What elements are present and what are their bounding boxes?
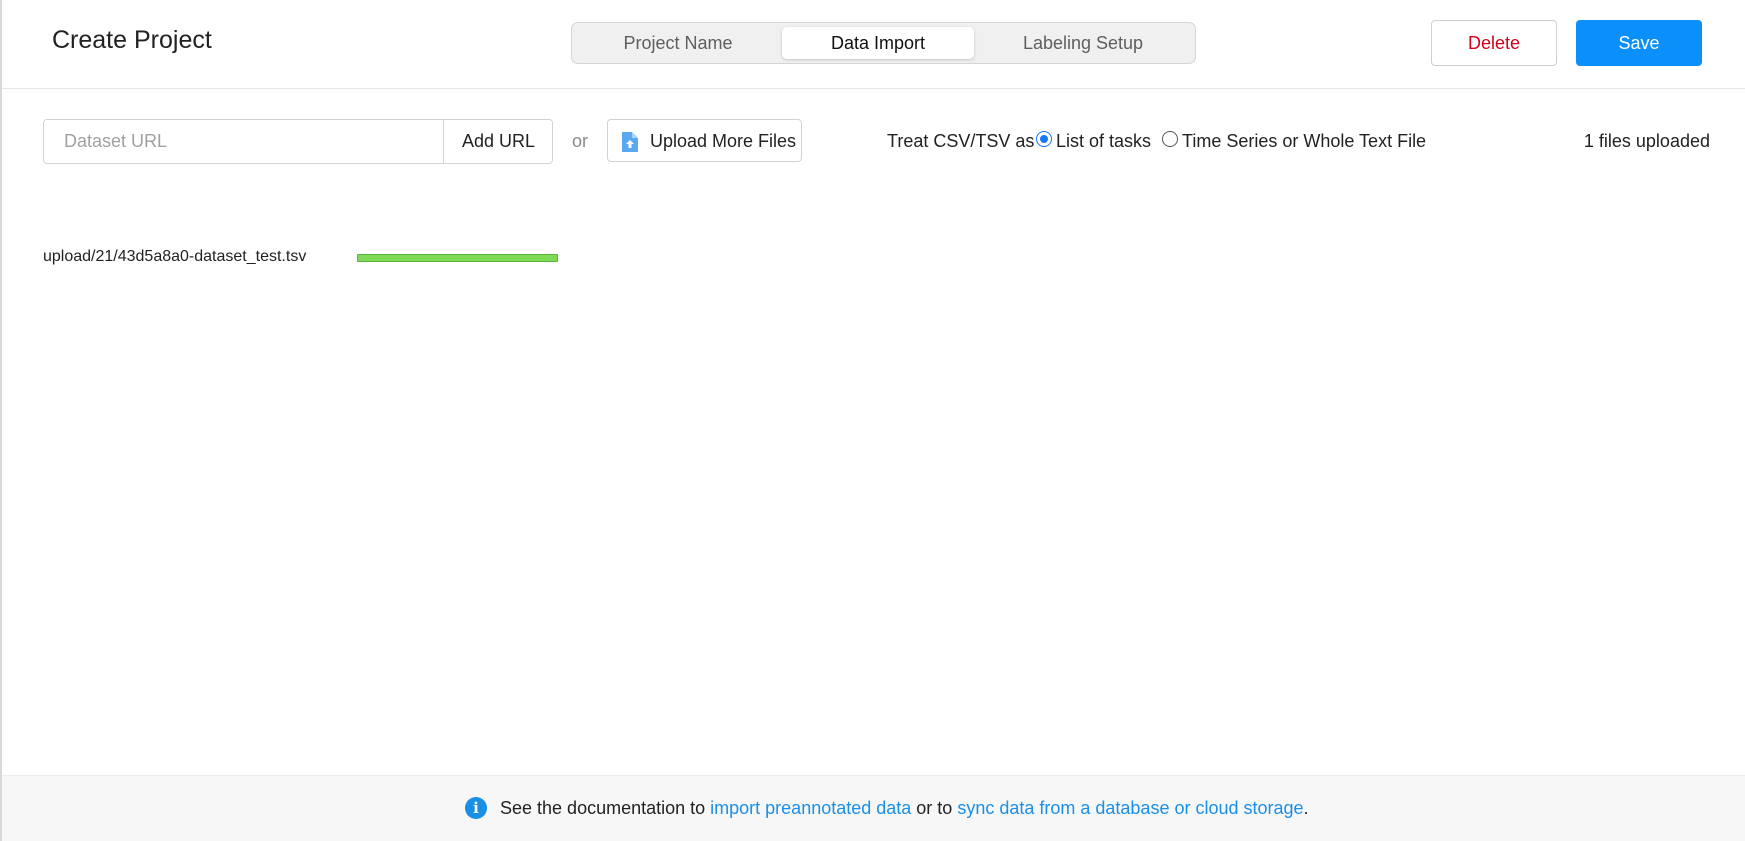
sync-data-link[interactable]: sync data from a database or cloud stora… xyxy=(957,798,1303,818)
page-title: Create Project xyxy=(52,26,212,54)
save-button[interactable]: Save xyxy=(1576,20,1702,66)
treat-csv-label: Treat CSV/TSV as xyxy=(887,131,1035,151)
radio-time-series[interactable] xyxy=(1162,131,1178,147)
import-preannotated-link[interactable]: import preannotated data xyxy=(710,798,911,818)
or-separator: or xyxy=(572,131,589,151)
dataset-url-group: Add URL xyxy=(43,119,553,164)
upload-more-files-label: Upload More Files xyxy=(650,131,797,151)
header: Create Project Project Name Data Import … xyxy=(2,0,1745,89)
footer-suffix: . xyxy=(1303,798,1309,818)
info-icon: i xyxy=(465,797,487,819)
upload-progress-bar xyxy=(357,254,558,262)
add-url-button[interactable]: Add URL xyxy=(443,120,552,163)
tab-labeling-setup[interactable]: Labeling Setup xyxy=(988,27,1178,59)
footer: i See the documentation to import preann… xyxy=(2,775,1745,841)
footer-middle: or to xyxy=(911,798,958,818)
radio-list-of-tasks-label[interactable]: List of tasks xyxy=(1056,131,1151,152)
footer-text: See the documentation to import preannot… xyxy=(500,798,1309,819)
radio-time-series-label[interactable]: Time Series or Whole Text File xyxy=(1182,131,1426,152)
radio-list-of-tasks[interactable] xyxy=(1036,131,1052,147)
create-project-page: Create Project Project Name Data Import … xyxy=(0,0,1745,841)
upload-progress-fill xyxy=(358,255,557,261)
step-tabs: Project Name Data Import Labeling Setup xyxy=(571,22,1196,64)
dataset-url-input[interactable] xyxy=(44,120,443,163)
file-name: upload/21/43d5a8a0-dataset_test.tsv xyxy=(43,248,307,265)
delete-button[interactable]: Delete xyxy=(1431,20,1557,66)
upload-more-files-button[interactable]: Upload More Files xyxy=(607,119,802,162)
footer-prefix: See the documentation to xyxy=(500,798,711,818)
file-upload-icon xyxy=(621,131,639,153)
files-uploaded-count: 1 files uploaded xyxy=(1583,131,1710,151)
tab-project-name[interactable]: Project Name xyxy=(588,27,768,59)
tab-data-import[interactable]: Data Import xyxy=(782,27,974,59)
